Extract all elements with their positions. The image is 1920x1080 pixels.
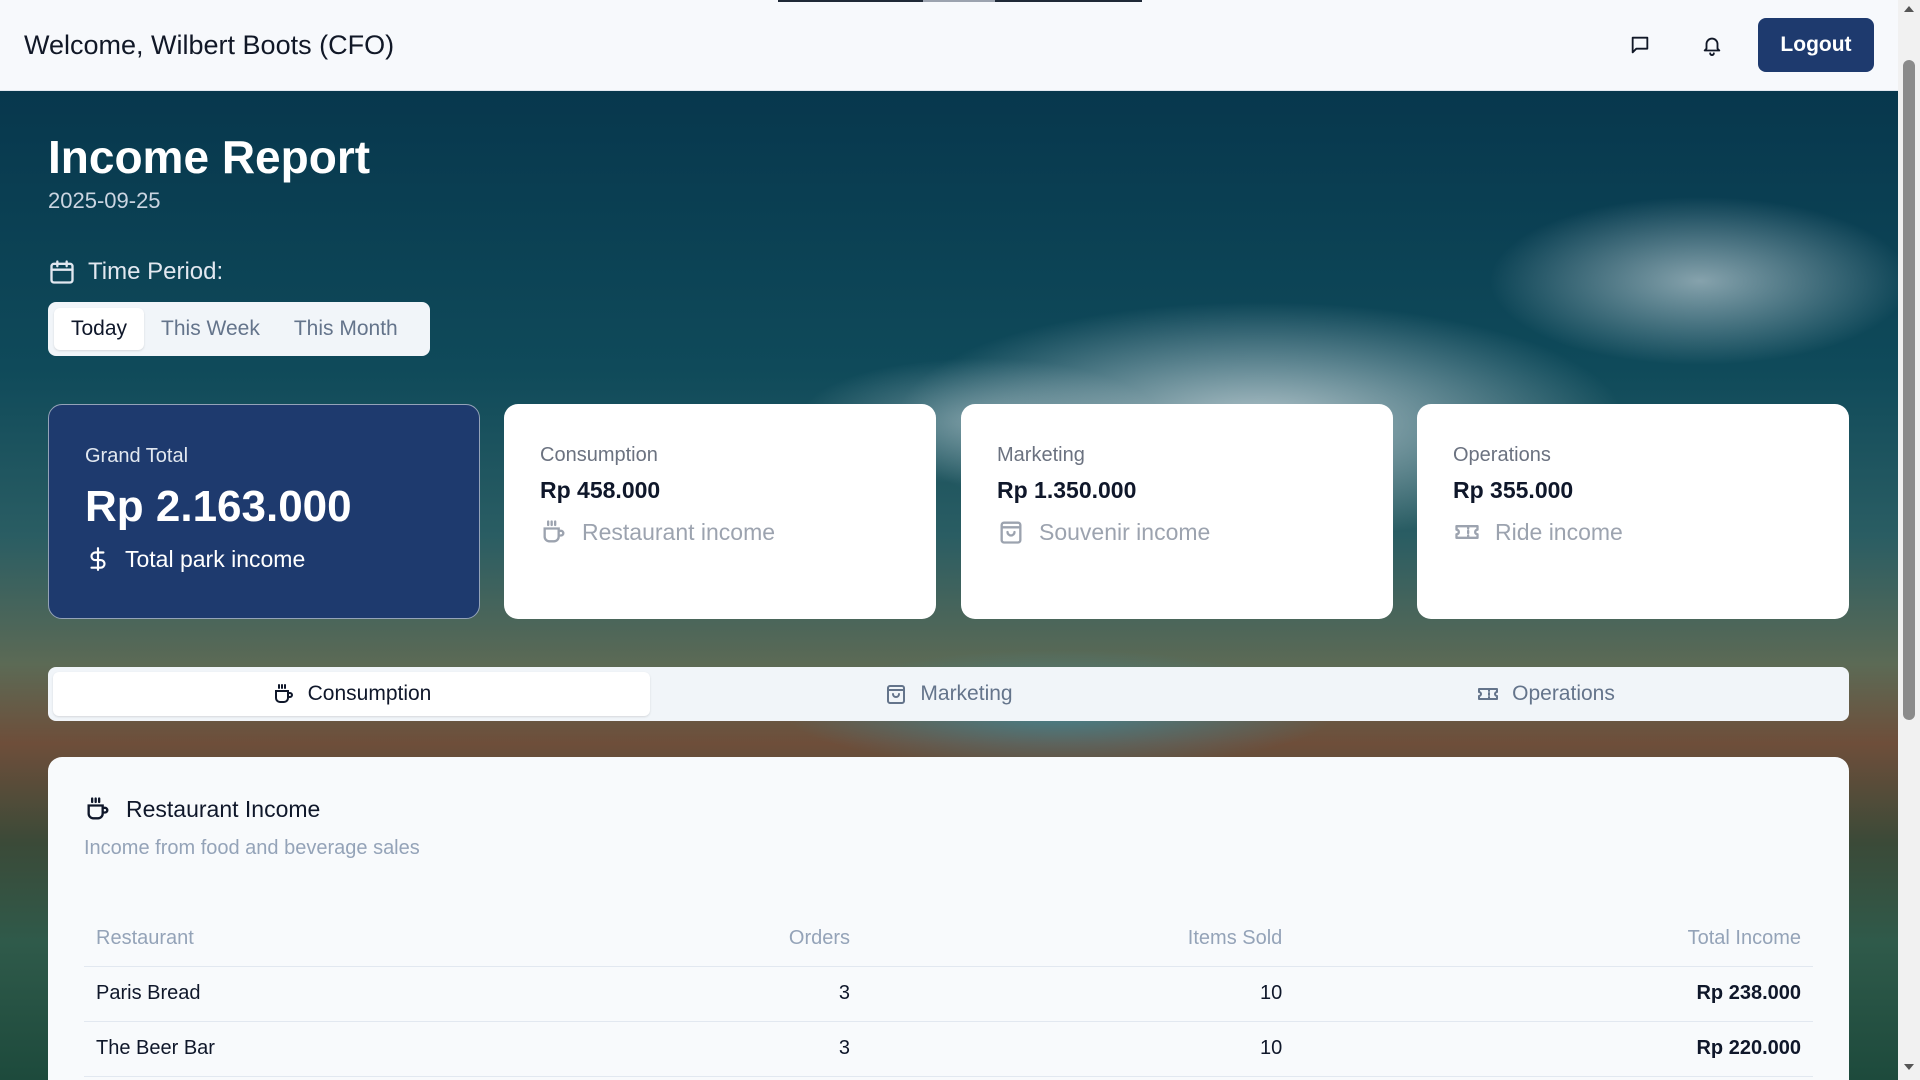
items-sold: 10 bbox=[862, 1021, 1295, 1077]
column-header-orders: Orders bbox=[568, 912, 863, 967]
scroll-down-arrow[interactable] bbox=[1904, 1064, 1914, 1070]
card-label: Consumption bbox=[540, 444, 658, 466]
card-subtitle-text: Total park income bbox=[125, 545, 306, 572]
orders-count: 3 bbox=[568, 966, 863, 1022]
page-scrollbar[interactable] bbox=[1898, 0, 1920, 1080]
dollar-icon bbox=[90, 547, 106, 571]
restaurant-name: The Beer Bar bbox=[84, 1021, 569, 1077]
period-tab-this-month[interactable]: This Month bbox=[277, 308, 415, 350]
page-title: Income Report bbox=[48, 131, 371, 183]
top-header: Welcome, Wilbert Boots (CFO) Logout bbox=[0, 0, 1898, 91]
column-header-restaurant: Restaurant bbox=[84, 912, 569, 967]
bell-icon bbox=[1703, 37, 1721, 56]
card-subtitle-text: Restaurant income bbox=[582, 518, 776, 545]
time-period-text: Time Period: bbox=[88, 258, 224, 285]
time-period-label: Time Period: bbox=[48, 258, 223, 286]
tab-label: Operations bbox=[1512, 682, 1615, 705]
restaurant-name: Paris Bread bbox=[84, 966, 569, 1022]
card-value: Rp 1.350.000 bbox=[997, 477, 1137, 503]
card-subtitle: Total park income bbox=[85, 544, 443, 574]
column-header-items-sold: Items Sold bbox=[862, 912, 1295, 967]
tab-label: Marketing bbox=[920, 682, 1013, 705]
logout-button[interactable]: Logout bbox=[1758, 18, 1874, 72]
grand-total-value: Rp 2.163.000 bbox=[85, 482, 352, 531]
table-header-row: Restaurant Orders Items Sold Total Incom… bbox=[84, 912, 1813, 967]
scroll-thumb[interactable] bbox=[1903, 60, 1915, 720]
operations-card: Operations Rp 355.000 Ride income bbox=[1417, 404, 1849, 619]
card-subtitle: Souvenir income bbox=[997, 518, 1357, 546]
section-tabs: Consumption Marketing Operations bbox=[48, 667, 1849, 721]
card-subtitle: Restaurant income bbox=[540, 518, 900, 546]
period-tab-today[interactable]: Today bbox=[54, 308, 145, 350]
scroll-up-arrow[interactable] bbox=[1904, 6, 1914, 12]
messages-button[interactable] bbox=[1604, 18, 1676, 72]
grand-total-card: Grand Total Rp 2.163.000 Total park inco… bbox=[48, 404, 480, 619]
card-label: Operations bbox=[1453, 444, 1551, 466]
welcome-text: Welcome, Wilbert Boots (CFO) bbox=[24, 29, 395, 60]
shopping-bag-icon bbox=[1000, 521, 1022, 544]
card-subtitle-text: Souvenir income bbox=[1039, 518, 1211, 545]
tab-consumption[interactable]: Consumption bbox=[53, 672, 650, 716]
notifications-button[interactable] bbox=[1676, 18, 1748, 72]
consumption-card: Consumption Rp 458.000 Restaurant income bbox=[504, 404, 936, 619]
coffee-icon bbox=[274, 684, 293, 703]
card-label: Marketing bbox=[997, 444, 1085, 466]
ticket-icon bbox=[1455, 525, 1479, 539]
card-subtitle-text: Ride income bbox=[1495, 518, 1623, 545]
card-value: Rp 355.000 bbox=[1453, 477, 1574, 503]
tab-label: Consumption bbox=[307, 682, 432, 705]
message-icon bbox=[1631, 36, 1649, 54]
panel-title: Restaurant Income bbox=[84, 795, 1813, 823]
restaurant-income-table: Restaurant Orders Items Sold Total Incom… bbox=[84, 912, 1813, 1077]
card-subtitle: Ride income bbox=[1453, 518, 1813, 546]
coffee-icon bbox=[543, 520, 565, 543]
period-selector: Today This Week This Month bbox=[48, 302, 430, 356]
table-row: The Beer Bar 3 10 Rp 220.000 bbox=[84, 1021, 1813, 1077]
card-label: Grand Total bbox=[85, 445, 189, 467]
calendar-icon bbox=[50, 260, 74, 284]
marketing-card: Marketing Rp 1.350.000 Souvenir income bbox=[961, 404, 1393, 619]
card-value: Rp 458.000 bbox=[540, 477, 661, 503]
shopping-bag-icon bbox=[887, 685, 906, 704]
items-sold: 10 bbox=[862, 966, 1295, 1022]
table-row: Paris Bread 3 10 Rp 238.000 bbox=[84, 966, 1813, 1022]
total-income: Rp 220.000 bbox=[1294, 1021, 1813, 1077]
report-date: 2025-09-25 bbox=[48, 188, 161, 213]
ticket-icon bbox=[1478, 688, 1499, 700]
panel-title-text: Restaurant Income bbox=[126, 795, 321, 822]
tab-marketing[interactable]: Marketing bbox=[650, 672, 1247, 716]
period-tab-this-week[interactable]: This Week bbox=[144, 308, 277, 350]
tab-operations[interactable]: Operations bbox=[1247, 672, 1844, 716]
column-header-total-income: Total Income bbox=[1294, 912, 1813, 967]
restaurant-income-panel: Restaurant Income Income from food and b… bbox=[48, 757, 1849, 1080]
header-accent-line bbox=[778, 0, 1142, 2]
coffee-icon bbox=[87, 797, 109, 820]
panel-description: Income from food and beverage sales bbox=[84, 837, 420, 859]
total-income: Rp 238.000 bbox=[1294, 966, 1813, 1022]
header-actions: Logout bbox=[1604, 18, 1874, 72]
orders-count: 3 bbox=[568, 1021, 863, 1077]
